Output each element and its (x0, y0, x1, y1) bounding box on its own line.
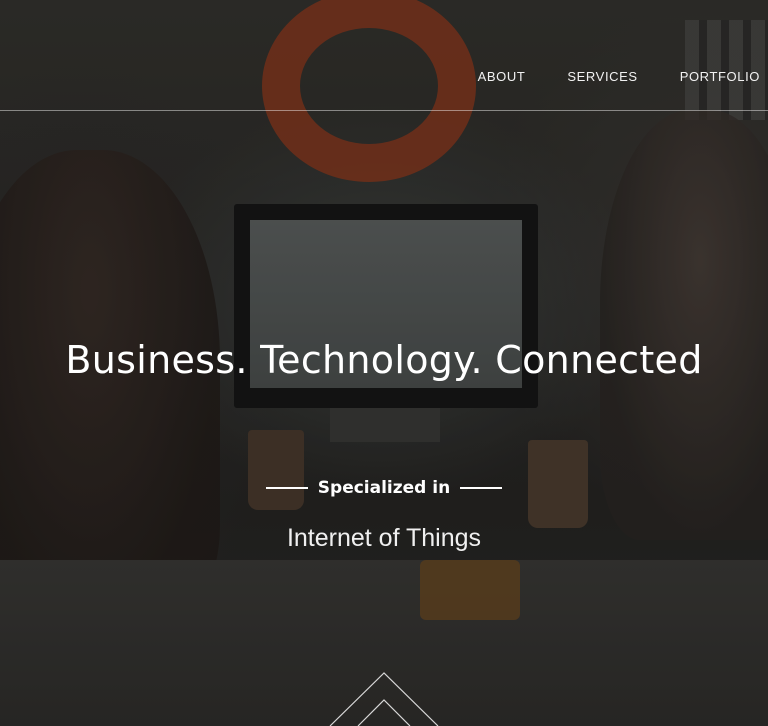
scroll-down-button[interactable] (324, 672, 444, 726)
specialized-label: Specialized in (317, 478, 451, 498)
divider-left (265, 487, 308, 489)
nav-links: ABOUT SERVICES PORTFOLIO (436, 69, 760, 84)
chevron-up-lines-icon (329, 672, 439, 726)
divider-right (460, 487, 503, 489)
hero-title: Business. Technology. Connected (65, 338, 703, 382)
rotating-specialty-text: Internet of Things (286, 524, 482, 552)
nav-link-services[interactable]: SERVICES (567, 69, 637, 84)
top-navigation: ABOUT SERVICES PORTFOLIO (0, 0, 768, 111)
nav-link-portfolio[interactable]: PORTFOLIO (680, 69, 760, 84)
specialized-heading: Specialized in (0, 478, 768, 498)
nav-link-about[interactable]: ABOUT (478, 69, 526, 84)
